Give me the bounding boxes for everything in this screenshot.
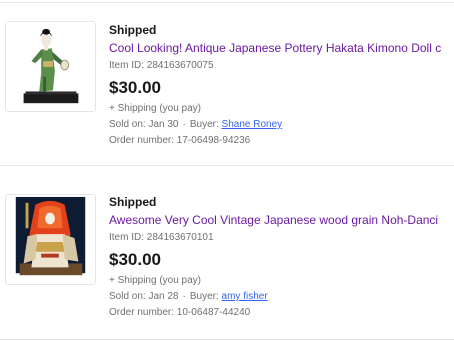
- buyer-label: Buyer:: [189, 119, 219, 130]
- kimono-doll-image: [6, 22, 95, 111]
- item-price: $30.00: [109, 78, 161, 97]
- order-status: Shipped: [109, 195, 157, 209]
- shipping-info: + Shipping (you pay): [109, 275, 202, 286]
- sold-on-date: Sold on: Jan 30: [109, 119, 179, 130]
- order-status: Shipped: [109, 23, 157, 37]
- divider: [0, 165, 454, 166]
- sale-meta: Sold on: Jan 28 · Buyer: amy fisher: [109, 290, 454, 303]
- order-details: Shipped Cool Looking! Antique Japanese P…: [109, 23, 454, 147]
- item-id: Item ID: 284163670101: [109, 232, 214, 243]
- buyer-label: Buyer:: [189, 291, 219, 302]
- item-id: Item ID: 284163670075: [109, 60, 214, 71]
- item-thumbnail[interactable]: [5, 194, 96, 285]
- divider: [0, 339, 454, 340]
- noh-dancer-doll-image: [6, 195, 95, 284]
- sale-meta: Sold on: Jan 30 · Buyer: Shane Roney: [109, 118, 454, 131]
- order-card: Shipped Awesome Very Cool Vintage Japane…: [0, 176, 454, 336]
- order-number: Order number: 17-06498-94236: [109, 135, 251, 146]
- shipping-info: + Shipping (you pay): [109, 103, 202, 114]
- item-title-link[interactable]: Cool Looking! Antique Japanese Pottery H…: [109, 41, 454, 56]
- order-number: Order number: 10-06487-44240: [109, 307, 251, 318]
- buyer-link[interactable]: amy fisher: [222, 291, 268, 302]
- order-details: Shipped Awesome Very Cool Vintage Japane…: [109, 195, 454, 319]
- separator-dot: ·: [182, 291, 186, 302]
- sold-on-date: Sold on: Jan 28: [109, 291, 179, 302]
- item-title-link[interactable]: Awesome Very Cool Vintage Japanese wood …: [109, 213, 454, 228]
- item-price: $30.00: [109, 250, 161, 269]
- buyer-link[interactable]: Shane Roney: [222, 119, 283, 130]
- separator-dot: ·: [182, 119, 186, 130]
- item-thumbnail[interactable]: [5, 21, 96, 112]
- order-card: Shipped Cool Looking! Antique Japanese P…: [0, 2, 454, 162]
